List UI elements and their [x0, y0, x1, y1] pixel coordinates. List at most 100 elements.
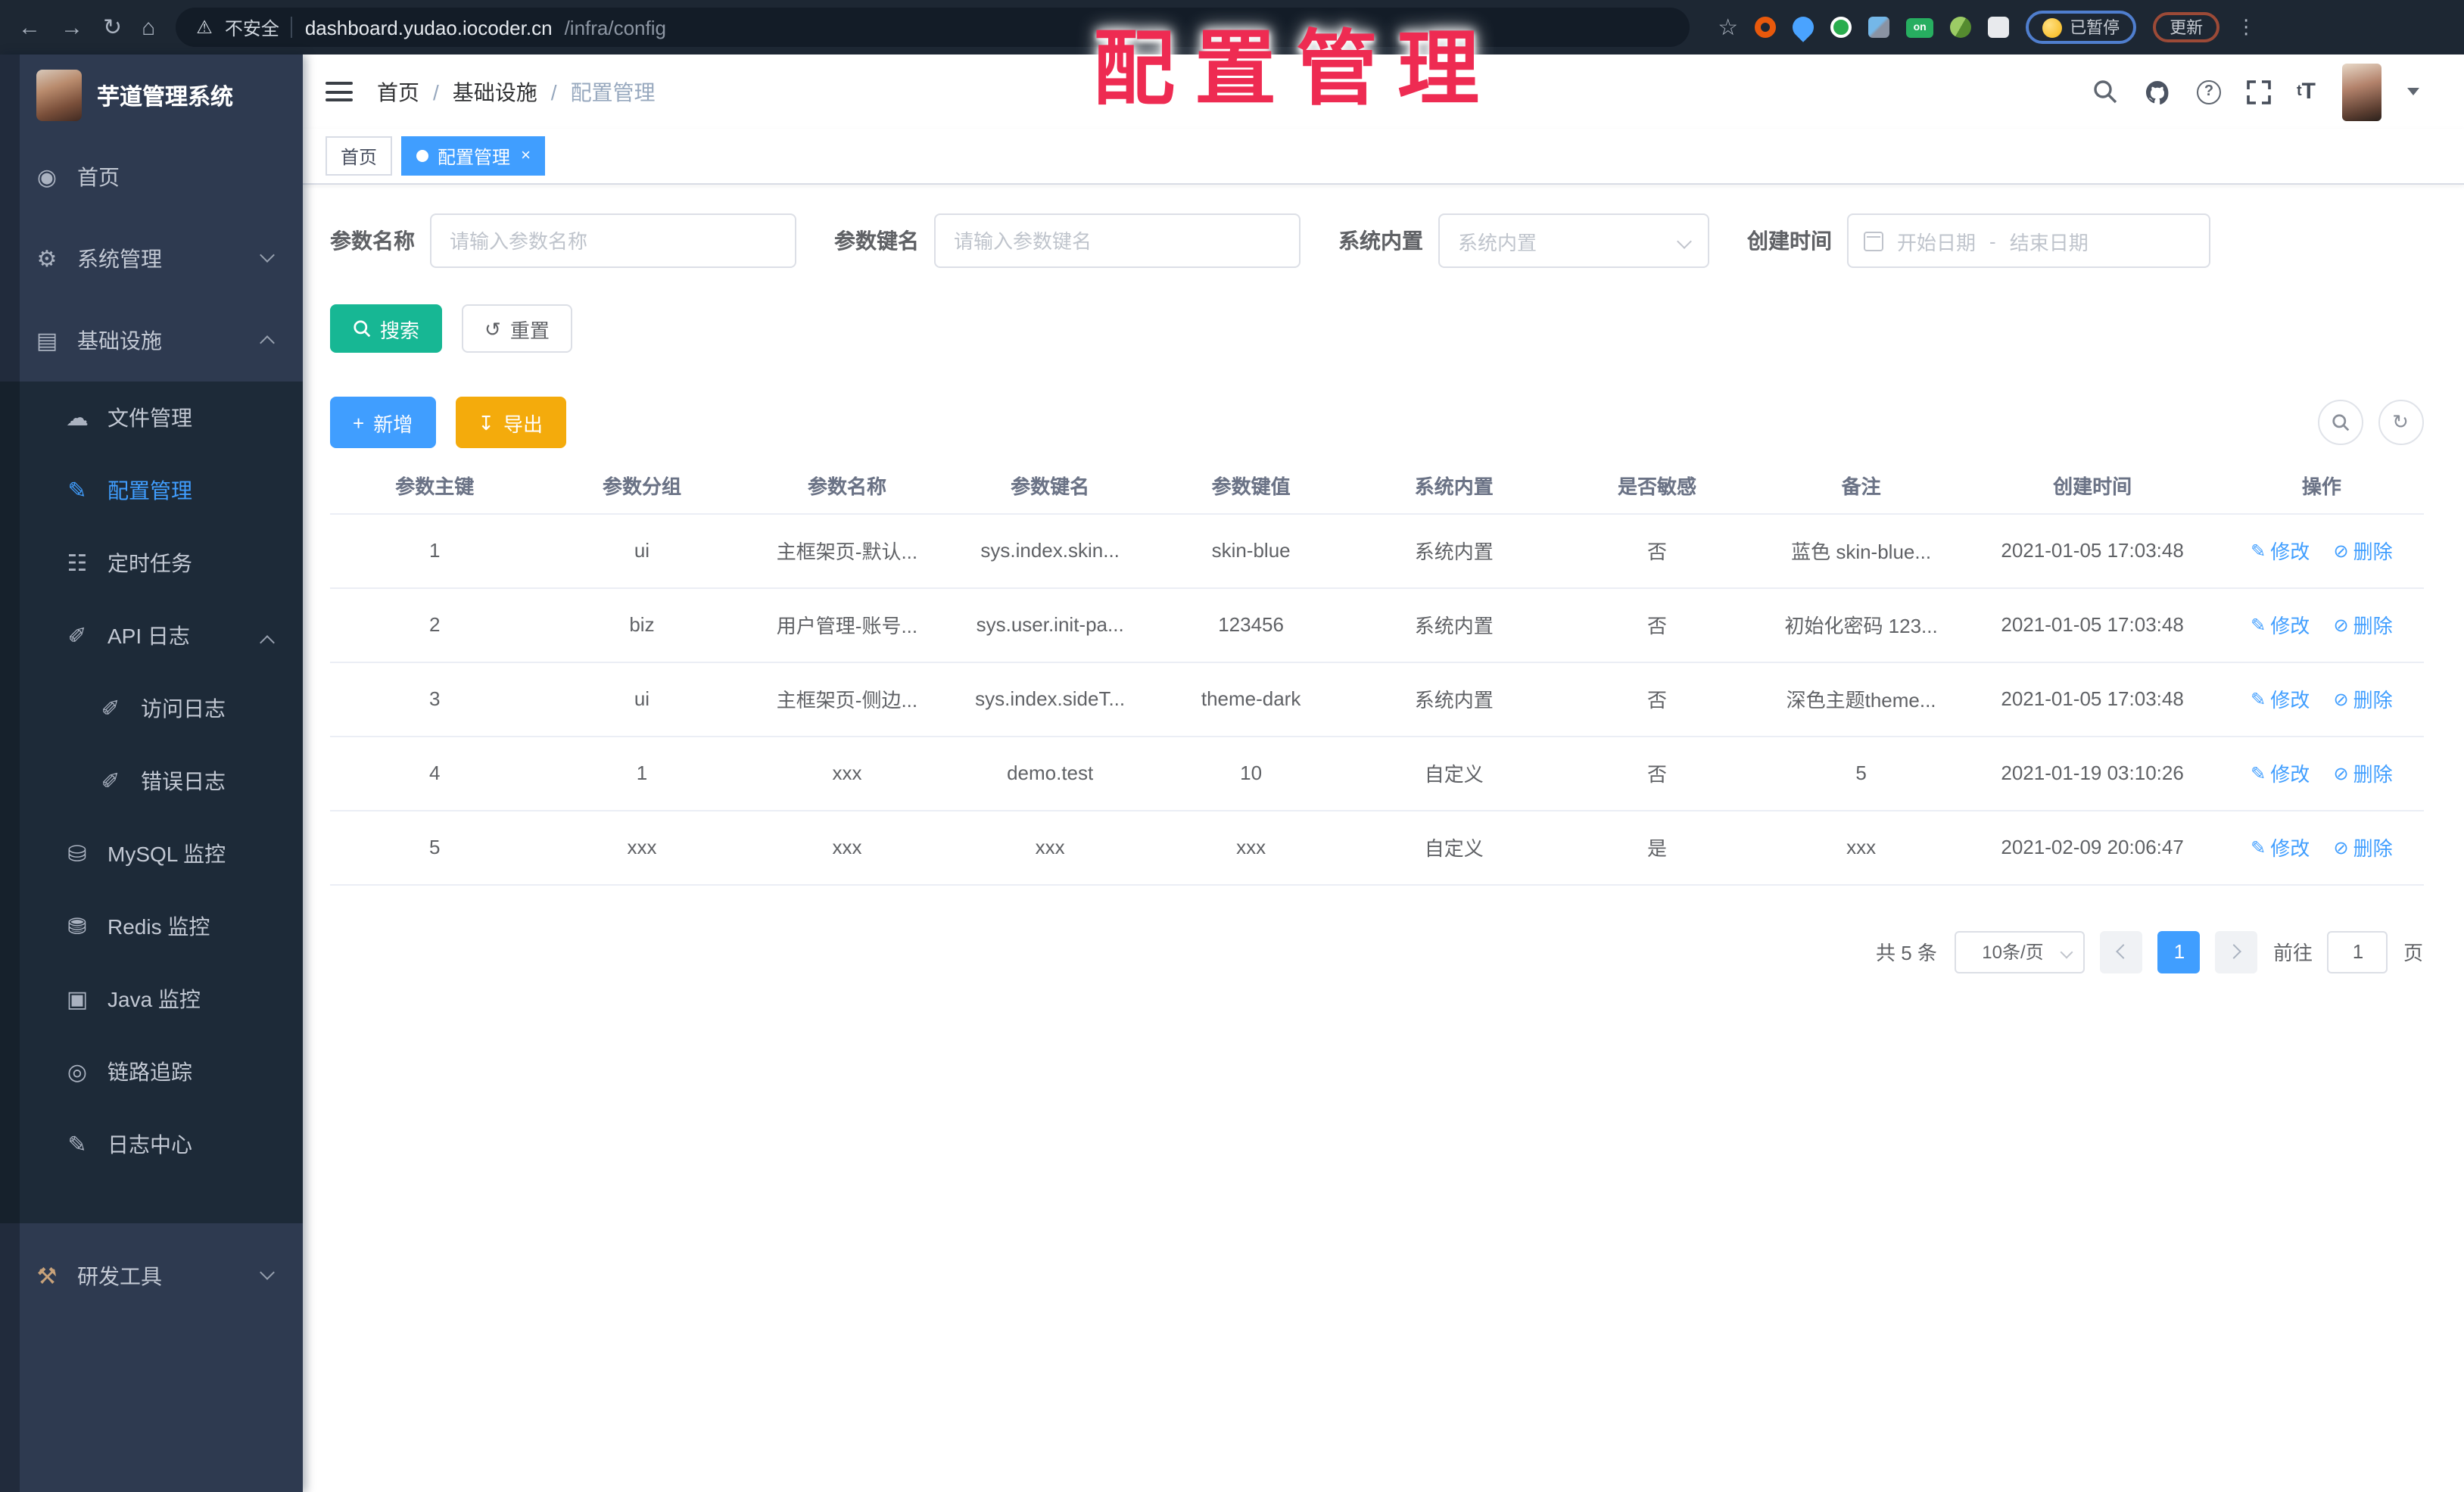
refresh-icon: ↺ — [484, 317, 501, 340]
search-button[interactable]: 搜索 — [330, 304, 443, 353]
refresh-table-button[interactable]: ↻ — [2378, 400, 2423, 445]
user-menu-caret-icon[interactable] — [2406, 88, 2419, 95]
github-icon[interactable] — [2144, 78, 2171, 105]
edit-icon: ✎ — [2251, 540, 2266, 561]
export-button[interactable]: ↧ 导出 — [455, 397, 566, 448]
insecure-warning-icon: ⚠ — [196, 17, 213, 38]
browser-update-button[interactable]: 更新 — [2153, 12, 2220, 42]
goto-page-input[interactable] — [2327, 930, 2388, 973]
search-actions: 搜索 ↺ 重置 — [330, 304, 2423, 353]
toggle-search-button[interactable] — [2317, 400, 2363, 445]
param-name-input[interactable] — [430, 213, 796, 268]
error-log-icon: ✐ — [101, 769, 120, 795]
delete-link[interactable]: ⊘ 删除 — [2334, 833, 2393, 861]
app-logo — [36, 70, 82, 121]
back-icon[interactable]: ← — [18, 16, 41, 39]
tags-view-bar: 首页 配置管理 × — [303, 129, 2464, 185]
edit-icon: ✎ — [2251, 762, 2266, 783]
edit-icon: ✎ — [2251, 688, 2266, 709]
search-icon[interactable] — [2092, 79, 2118, 104]
edit-square-icon: ✎ — [67, 478, 87, 504]
help-icon[interactable]: ? — [2196, 79, 2221, 104]
extension-pin-icon[interactable] — [1788, 12, 1818, 42]
table-row: 2 biz 用户管理-账号... sys.user.init-pa... 123… — [330, 587, 2423, 662]
app-window: 芋道管理系统 ◉ 首页 ⚙ 系统管理 ▤ 基础设施 ☁ 文件管理 ✎ 配置管理 … — [0, 55, 2464, 1492]
extension-leaf-icon[interactable] — [1950, 17, 1972, 38]
extension-puzzle-white-icon[interactable] — [1988, 17, 2010, 38]
config-table: 参数主键 参数分组 参数名称 参数键名 参数键值 系统内置 是否敏感 备注 创建… — [330, 457, 2423, 885]
app-title: 芋道管理系统 — [97, 84, 234, 110]
add-button[interactable]: + 新增 — [330, 397, 436, 448]
next-page-button[interactable] — [2215, 930, 2258, 973]
sidebar-item-java-monitor[interactable]: ▣ Java 监控 — [0, 963, 303, 1036]
breadcrumb-infrastructure[interactable]: 基础设施 — [453, 76, 537, 107]
active-tab-dot — [416, 150, 429, 162]
forward-icon[interactable]: → — [61, 16, 83, 39]
prev-page-button[interactable] — [2100, 930, 2143, 973]
sidebar: 芋道管理系统 ◉ 首页 ⚙ 系统管理 ▤ 基础设施 ☁ 文件管理 ✎ 配置管理 … — [0, 55, 303, 1492]
sidebar-item-home[interactable]: ◉ 首页 — [0, 136, 303, 218]
chevron-down-icon — [260, 1265, 275, 1280]
header-actions: ? tT — [2092, 63, 2419, 120]
config-page: 参数名称 参数键名 系统内置 系统内置 — [303, 185, 2464, 1492]
plus-icon: + — [353, 411, 365, 434]
edit-link[interactable]: ✎ 修改 — [2251, 758, 2310, 787]
delete-link[interactable]: ⊘ 删除 — [2334, 536, 2393, 565]
sidebar-item-error-logs[interactable]: ✐ 错误日志 — [0, 745, 303, 818]
sidebar-item-api-logs[interactable]: ✐ API 日志 — [0, 600, 303, 672]
extension-green-icon[interactable] — [1830, 17, 1852, 38]
table-row: 4 1 xxx demo.test 10 自定义 否 5 2021-01-19 … — [330, 736, 2423, 811]
delete-link[interactable]: ⊘ 删除 — [2334, 610, 2393, 639]
avatar[interactable] — [2341, 63, 2381, 120]
breadcrumb-home[interactable]: 首页 — [377, 76, 419, 107]
close-icon[interactable]: × — [521, 147, 531, 164]
paused-extension-pill[interactable]: 已暂停 — [2026, 11, 2137, 44]
tab-home[interactable]: 首页 — [326, 136, 393, 176]
search-form: 参数名称 参数键名 系统内置 系统内置 — [330, 213, 2423, 268]
extension-puzzle-icon[interactable] — [1868, 17, 1890, 38]
monitor-icon: ▤ — [36, 329, 58, 354]
browser-menu-icon[interactable]: ⋮ — [2236, 15, 2256, 39]
extension-orange-icon[interactable] — [1755, 17, 1777, 38]
sidebar-item-trace[interactable]: ◎ 链路追踪 — [0, 1036, 303, 1108]
reset-button[interactable]: ↺ 重置 — [462, 304, 572, 353]
app-logo-row[interactable]: 芋道管理系统 — [0, 55, 303, 136]
sidebar-item-infrastructure[interactable]: ▤ 基础设施 — [0, 300, 303, 382]
filter-param-name: 参数名称 — [330, 213, 796, 268]
collapse-sidebar-icon[interactable] — [326, 82, 353, 101]
home-icon[interactable]: ⌂ — [142, 16, 155, 39]
delete-link[interactable]: ⊘ 删除 — [2334, 684, 2393, 713]
bookmark-star-icon[interactable]: ☆ — [1718, 14, 1738, 41]
cloud-icon: ☁ — [66, 406, 89, 431]
current-page-button[interactable]: 1 — [2157, 930, 2201, 973]
tab-config-management[interactable]: 配置管理 × — [401, 136, 546, 176]
sidebar-item-redis-monitor[interactable]: ⛃ Redis 监控 — [0, 890, 303, 963]
font-size-icon[interactable]: tT — [2297, 79, 2316, 104]
sidebar-item-dev-tools[interactable]: ⚒ 研发工具 — [0, 1235, 303, 1317]
mysql-db-icon: ⛁ — [67, 842, 87, 867]
chevron-down-icon — [260, 248, 275, 263]
date-range-picker[interactable]: 开始日期 - 结束日期 — [1847, 213, 2210, 268]
delete-link[interactable]: ⊘ 删除 — [2334, 758, 2393, 787]
system-builtin-label: 系统内置 — [1338, 229, 1423, 253]
param-key-input[interactable] — [934, 213, 1301, 268]
page-size-select[interactable]: 10条/页 — [1955, 930, 2086, 973]
browser-right-cluster: ☆ on 已暂停 更新 ⋮ — [1718, 11, 2256, 44]
edit-link[interactable]: ✎ 修改 — [2251, 833, 2310, 861]
sidebar-item-mysql-monitor[interactable]: ⛁ MySQL 监控 — [0, 818, 303, 890]
sidebar-item-system-management[interactable]: ⚙ 系统管理 — [0, 218, 303, 300]
sidebar-item-access-logs[interactable]: ✐ 访问日志 — [0, 672, 303, 745]
sidebar-item-log-center[interactable]: ✎ 日志中心 — [0, 1108, 303, 1181]
sidebar-item-file-management[interactable]: ☁ 文件管理 — [0, 382, 303, 454]
download-icon: ↧ — [478, 411, 495, 434]
edit-link[interactable]: ✎ 修改 — [2251, 684, 2310, 713]
extension-on-badge[interactable]: on — [1906, 17, 1934, 37]
edit-link[interactable]: ✎ 修改 — [2251, 536, 2310, 565]
sidebar-item-config-management[interactable]: ✎ 配置管理 — [0, 454, 303, 527]
fullscreen-icon[interactable] — [2247, 79, 2271, 104]
system-builtin-select[interactable]: 系统内置 — [1438, 213, 1709, 268]
sidebar-item-scheduled-tasks[interactable]: ☷︎ 定时任务 — [0, 527, 303, 600]
reload-icon[interactable]: ↻ — [103, 16, 122, 39]
chevron-up-icon — [260, 335, 275, 350]
edit-link[interactable]: ✎ 修改 — [2251, 610, 2310, 639]
